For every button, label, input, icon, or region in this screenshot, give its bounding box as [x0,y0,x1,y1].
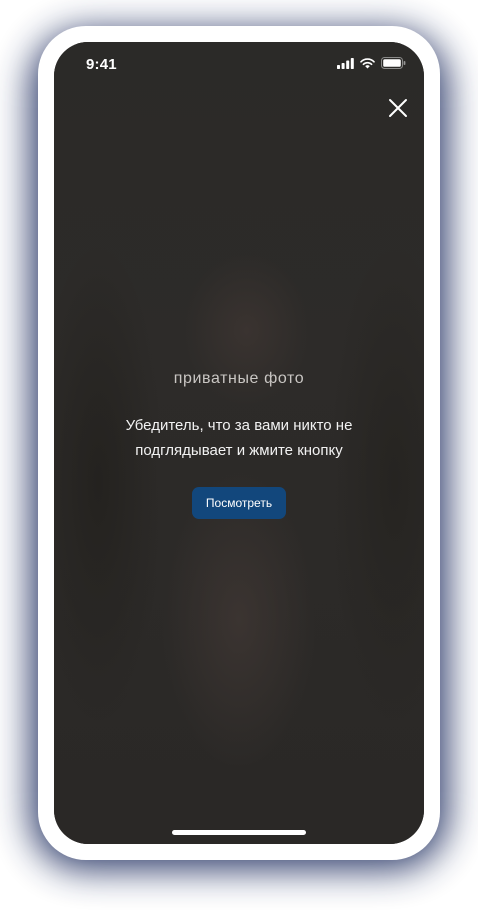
phone-screen: 9:41 приватные фото Убедитель, что за ва… [54,42,424,844]
wifi-icon [360,57,375,68]
stage: 9:41 приватные фото Убедитель, что за ва… [0,0,478,910]
cellular-signal-icon [337,57,354,69]
status-time: 9:41 [86,56,117,73]
private-photos-label: приватные фото [173,370,305,387]
privacy-warning-text: Убедитель, что за вами никто не подгляды… [125,417,353,459]
close-button[interactable] [386,96,410,120]
battery-icon [381,57,406,69]
home-indicator[interactable] [172,830,306,835]
status-icons [337,57,406,69]
status-bar: 9:41 [54,42,424,86]
private-photo-prompt: приватные фото Убедитель, что за вами ни… [54,370,424,519]
close-icon [389,99,407,117]
view-button[interactable]: Посмотреть [192,487,286,519]
